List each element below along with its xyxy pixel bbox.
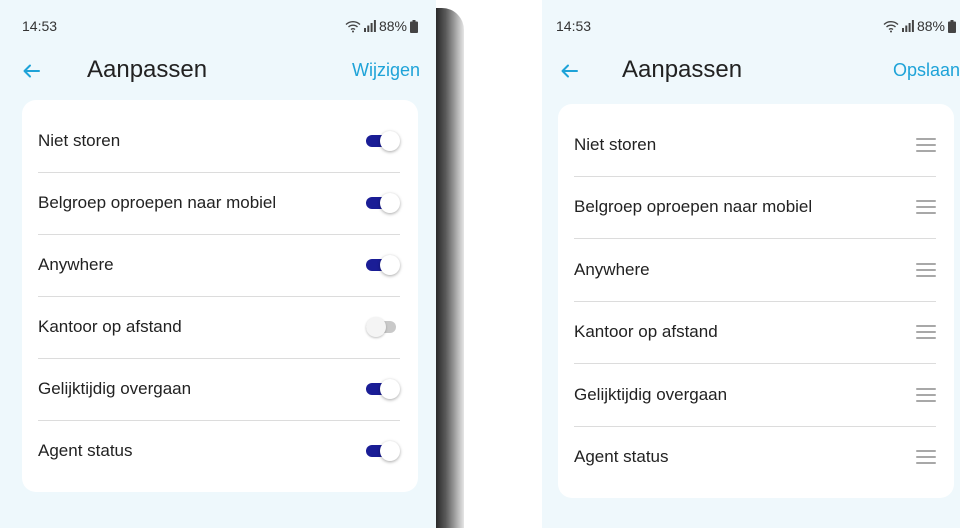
setting-label: Kantoor op afstand: [574, 322, 718, 341]
wifi-icon: [883, 20, 899, 33]
header-bar: Aanpassen Wijzigen: [20, 56, 420, 90]
drag-handle-icon[interactable]: [916, 450, 936, 464]
signal-icon: [901, 20, 914, 32]
drag-handle-icon[interactable]: [916, 325, 936, 339]
drag-handle-icon[interactable]: [916, 388, 936, 402]
setting-label: Niet storen: [574, 135, 657, 154]
signal-icon: [363, 20, 376, 32]
setting-row-niet-storen: Niet storen: [38, 110, 400, 173]
drag-handle-icon[interactable]: [916, 138, 936, 152]
right-screen: 14:53 88% Aanpassen Opslaan Niet storen …: [542, 0, 960, 528]
setting-label: Anywhere: [574, 260, 650, 279]
reorder-row-agent-status: Agent status: [574, 426, 936, 488]
setting-row-gelijktijdig: Gelijktijdig overgaan: [38, 358, 400, 421]
header-bar: Aanpassen Opslaan: [558, 56, 960, 90]
setting-row-agent-status: Agent status: [38, 420, 400, 482]
setting-label: Gelijktijdig overgaan: [38, 379, 192, 398]
drag-handle-icon[interactable]: [916, 263, 936, 277]
reorder-card: Niet storen Belgroep oproepen naar mobie…: [558, 104, 954, 498]
phone-edge-shadow: [436, 8, 464, 528]
status-icons: 88%: [345, 18, 418, 34]
setting-label: Niet storen: [38, 131, 121, 150]
status-time: 14:53: [22, 18, 58, 34]
toggle-switch[interactable]: [366, 440, 400, 462]
setting-row-anywhere: Anywhere: [38, 234, 400, 297]
setting-row-kantoor: Kantoor op afstand: [38, 296, 400, 359]
setting-row-belgroep: Belgroep oproepen naar mobiel: [38, 172, 400, 235]
page-title: Aanpassen: [622, 56, 743, 83]
toggle-switch[interactable]: [366, 130, 400, 152]
status-bar: 14:53 88%: [22, 18, 418, 38]
setting-label: Anywhere: [38, 255, 114, 274]
setting-label: Agent status: [38, 441, 133, 460]
back-arrow-icon[interactable]: [558, 60, 580, 82]
page-title: Aanpassen: [87, 56, 208, 83]
reorder-row-gelijktijdig: Gelijktijdig overgaan: [574, 364, 936, 427]
toggle-switch[interactable]: [366, 378, 400, 400]
drag-handle-icon[interactable]: [916, 200, 936, 214]
toggle-switch[interactable]: [366, 192, 400, 214]
battery-percentage: 88%: [916, 18, 945, 34]
status-bar: 14:53 88%: [556, 18, 956, 38]
left-screen: 14:53 88% Aanpassen Wijzigen Niet storen…: [0, 0, 436, 528]
battery-icon: [948, 19, 956, 33]
setting-label: Belgroep oproepen naar mobiel: [574, 197, 813, 216]
setting-label: Belgroep oproepen naar mobiel: [38, 193, 277, 212]
toggle-switch[interactable]: [366, 316, 400, 338]
reorder-row-niet-storen: Niet storen: [574, 114, 936, 177]
reorder-row-belgroep: Belgroep oproepen naar mobiel: [574, 176, 936, 239]
status-icons: 88%: [883, 18, 956, 34]
edit-button[interactable]: Wijzigen: [352, 60, 420, 81]
battery-icon: [410, 19, 418, 33]
battery-percentage: 88%: [378, 18, 407, 34]
back-arrow-icon[interactable]: [20, 60, 42, 82]
setting-label: Agent status: [574, 447, 669, 466]
save-button[interactable]: Opslaan: [893, 60, 960, 81]
setting-label: Gelijktijdig overgaan: [574, 385, 728, 404]
setting-label: Kantoor op afstand: [38, 317, 182, 336]
wifi-icon: [345, 20, 361, 33]
reorder-row-anywhere: Anywhere: [574, 239, 936, 302]
reorder-row-kantoor: Kantoor op afstand: [574, 301, 936, 364]
settings-card: Niet storen Belgroep oproepen naar mobie…: [22, 100, 418, 492]
status-time: 14:53: [556, 18, 592, 34]
toggle-switch[interactable]: [366, 254, 400, 276]
screenshot-stage: 14:53 88% Aanpassen Wijzigen Niet storen…: [0, 0, 960, 528]
